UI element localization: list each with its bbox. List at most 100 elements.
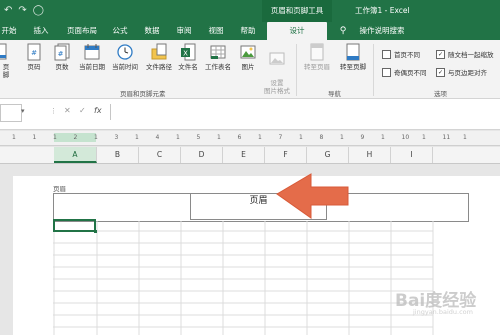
footer-button[interactable]: 页脚 [0,43,12,79]
active-cell-a1[interactable] [53,219,96,232]
ruler-number: 1 [94,134,98,141]
ruler-number: 1 [53,134,57,141]
ruler-number: 2 [73,134,78,141]
tab-home[interactable]: 开始 [0,22,18,40]
calendar-icon [84,44,100,60]
checkbox-different-odd-even[interactable] [382,67,391,77]
current-date-button[interactable]: 当前日期 [76,43,108,71]
watermark-url: jingyan.baidu.com [413,308,473,316]
tab-help[interactable]: 帮助 [236,22,260,40]
ruler-number: 1 [299,134,303,141]
column-header-a[interactable]: A [54,147,97,163]
tab-page-layout[interactable]: 页面布局 [62,22,102,40]
insert-function-button[interactable]: fx [94,106,102,115]
cancel-icon[interactable]: ✕ [64,106,71,115]
header-label: 页眉 [53,185,66,193]
ruler-number: 8 [319,134,324,141]
ruler-numbers: 1 1 1 2 1 3 1 4 1 5 1 6 1 7 1 8 1 9 1 10 1 11 1 [0,134,500,143]
go-to-footer-button[interactable]: 转至页脚 [336,43,370,71]
sheet-icon [210,45,226,59]
picture-button[interactable]: 图片 [236,43,260,71]
redo-icon[interactable]: ↷ [18,5,26,17]
format-picture-icon [269,52,285,65]
file-name-button[interactable]: X 文件名 [176,43,200,71]
contextual-tab-label: 页眉和页脚工具 [262,0,332,22]
quick-access-toolbar: ↶ ↷ ◯ [4,4,44,18]
scale-with-document-option[interactable]: ✓ 随文档一起缩放 [436,49,494,59]
current-time-button[interactable]: 当前时间 [108,43,142,71]
name-box-dropdown-icon[interactable]: ▾ [21,107,25,115]
enter-icon[interactable]: ✓ [79,106,86,115]
ruler-number: 1 [258,134,262,141]
tab-formulas[interactable]: 公式 [108,22,132,40]
cell-grid[interactable] [13,221,500,335]
column-header-g[interactable]: G [307,147,349,163]
folder-file-icon [151,43,167,60]
different-first-page-option[interactable]: 首页不同 [382,49,420,59]
page-count-icon: # [54,43,70,61]
window-title: 工作簿1 - Excel [355,6,410,15]
formula-input[interactable] [110,104,500,120]
go-to-footer-icon [346,43,360,61]
ruler-number: 1 [135,134,139,141]
name-box[interactable] [0,104,22,122]
ruler-number: 1 [340,134,344,141]
ruler-number: 4 [155,134,160,141]
ruler-number: 10 [401,134,410,141]
ruler-number: 6 [237,134,242,141]
ribbon-separator [373,44,374,96]
tab-insert[interactable]: 插入 [28,22,54,40]
svg-text:X: X [183,50,188,58]
tab-view[interactable]: 视图 [204,22,228,40]
go-to-header-icon [310,43,324,61]
column-header-f[interactable]: F [265,147,307,163]
go-to-header-button[interactable]: 转至页眉 [300,43,334,71]
undo-icon[interactable]: ↶ [4,5,12,17]
fill-handle[interactable] [94,230,97,233]
title-bar [0,0,500,22]
page-number-button[interactable]: # 页码 [24,43,44,71]
align-with-margins-option[interactable]: ✓ 与页边距对齐 [436,67,487,77]
column-header-c[interactable]: C [139,147,181,163]
ribbon-separator [296,44,297,96]
sheet-name-button[interactable]: 工作表名 [202,43,234,71]
ruler-number: 9 [360,134,365,141]
customize-qat-icon[interactable]: ◯ [33,5,44,17]
clock-icon [117,44,133,60]
ruler-number: 7 [278,134,283,141]
column-header-h[interactable]: H [349,147,391,163]
column-header-d[interactable]: D [181,147,223,163]
ruler-number: 1 [12,134,16,141]
excel-file-icon: X [181,43,196,61]
annotation-arrow [276,173,349,219]
tell-me-icon[interactable]: ⚲ [336,22,350,40]
checkbox-different-first-page[interactable] [382,49,391,59]
file-path-button[interactable]: 文件路径 [143,43,175,71]
tab-review[interactable]: 审阅 [172,22,196,40]
group-label-elements: 页眉和页脚元素 [120,90,166,98]
group-label-navigation: 导航 [328,90,341,98]
column-header-i[interactable]: I [391,147,433,163]
column-header-e[interactable]: E [223,147,265,163]
tab-design[interactable]: 设计 [267,22,327,40]
checkbox-align-with-margins[interactable]: ✓ [436,67,445,77]
svg-text:#: # [58,50,64,58]
different-odd-even-option[interactable]: 奇偶页不同 [382,67,427,77]
checkbox-scale-with-document[interactable]: ✓ [436,49,445,59]
picture-icon [240,45,256,59]
formula-bar-handle-icon: ⋮ [50,107,57,115]
ruler-number: 1 [463,134,467,141]
format-picture-button[interactable]: 设置 图片格式 [260,43,294,95]
ruler-number: 3 [114,134,119,141]
ruler-number: 5 [196,134,201,141]
ruler-number: 1 [32,134,37,141]
ruler-number: 1 [217,134,221,141]
ruler-number: 1 [422,134,426,141]
tab-data[interactable]: 数据 [140,22,164,40]
ruler-number: 1 [176,134,180,141]
page-count-button[interactable]: # 页数 [50,43,74,71]
ruler-number: 1 [381,134,385,141]
tell-me-search[interactable]: 操作说明搜索 [350,22,414,40]
svg-text:#: # [31,49,37,57]
column-header-b[interactable]: B [97,147,139,163]
